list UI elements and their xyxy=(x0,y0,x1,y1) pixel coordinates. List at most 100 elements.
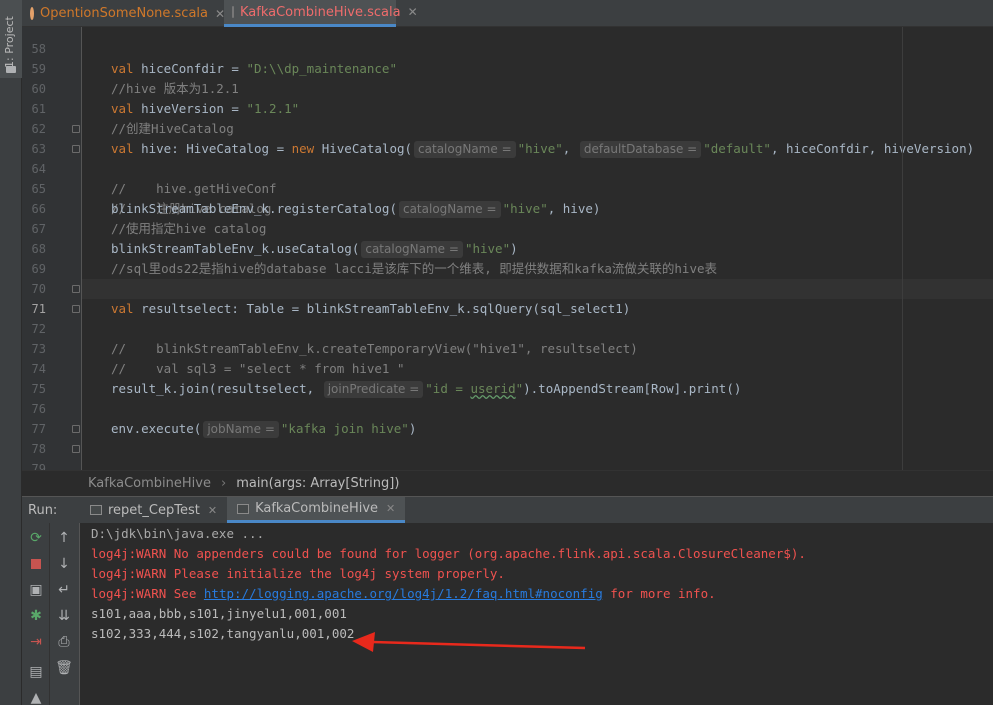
line-number: 72 xyxy=(31,322,46,336)
layout-icon[interactable]: ▤ xyxy=(27,663,45,681)
code-line: 68 //sql里ods22是指hive的database lacci是该库下的… xyxy=(32,219,993,276)
run-toolbar-secondary: ↑ ↓ ↵ ⇊ ⎙ 🗑 xyxy=(50,523,80,705)
run-label: Run: xyxy=(28,502,58,518)
code-line: 67 blinkStreamTableEnv_k.useCatalog(cata… xyxy=(32,199,993,258)
console-warn-line: log4j:WARN Please initialize the log4j s… xyxy=(91,566,505,581)
code-line: 74 result_k.join(resultselect, joinPredi… xyxy=(32,339,993,398)
breadcrumb-object[interactable]: KafkaCombineHive xyxy=(88,476,211,491)
scala-file-icon xyxy=(232,6,234,18)
line-number: 71 xyxy=(31,302,46,316)
scroll-to-end-icon[interactable]: ⇊ xyxy=(55,607,73,625)
fold-marker-icon[interactable] xyxy=(72,145,80,153)
line-number: 73 xyxy=(31,342,46,356)
run-config-icon xyxy=(237,503,250,514)
line-number: 60 xyxy=(31,82,46,96)
run-config-icon xyxy=(90,505,102,515)
run-tool-window-header: Run: repet_CepTest ✕ KafkaCombineHive ✕ xyxy=(22,496,993,523)
breadcrumb: KafkaCombineHive › main(args: Array[Stri… xyxy=(22,470,993,496)
exit-icon[interactable]: ⇥ xyxy=(27,633,45,651)
arrow-down-icon[interactable]: ↓ xyxy=(55,555,73,573)
code-line: 79 } xyxy=(32,439,993,470)
code-line-current: 71 // blinkStreamTableEnv_k.createTempor… xyxy=(32,279,993,356)
code-line: 65 blinkStreamTableEnv_k.registerCatalog… xyxy=(32,159,993,218)
line-number: 75 xyxy=(31,382,46,396)
code-editor[interactable]: 58 val hiceConfdir = "D:\\dp_maintenance… xyxy=(22,27,993,470)
rerun-icon[interactable]: ⟳ xyxy=(27,529,45,547)
project-tool-tab[interactable]: 1: Project xyxy=(0,0,22,78)
soft-wrap-icon[interactable]: ↵ xyxy=(55,581,73,599)
line-number: 63 xyxy=(31,142,46,156)
editor-tab-bar: OpentionSomeNone.scala ✕ KafkaCombineHiv… xyxy=(22,0,993,27)
breadcrumb-method[interactable]: main(args: Array[String]) xyxy=(236,476,399,491)
line-number: 65 xyxy=(31,182,46,196)
code-line: 77 xyxy=(32,399,993,436)
code-line: 76 env.execute(jobName = "kafka join hive… xyxy=(32,379,993,438)
arrow-up-icon[interactable]: ↑ xyxy=(55,529,73,547)
stop-icon[interactable] xyxy=(27,555,45,573)
code-line: 73 xyxy=(32,319,993,356)
run-toolbar-primary: ⟳ ▣ ✱ ⇥ ▤ ▲ xyxy=(22,523,50,705)
line-number: 68 xyxy=(31,242,46,256)
code-line: 63 // hive.getHiveConf xyxy=(32,119,993,196)
run-tool-window: ⟳ ▣ ✱ ⇥ ▤ ▲ ↑ ↓ ↵ ⇊ ⎙ 🗑 D:\jdk\bin\java.… xyxy=(22,523,993,705)
print-icon[interactable]: ⎙ xyxy=(55,633,73,651)
code-area[interactable]: 58 val hiceConfdir = "D:\\dp_maintenance… xyxy=(32,27,993,470)
line-number: 79 xyxy=(31,462,46,470)
console-warn-line: log4j:WARN No appenders could be found f… xyxy=(91,546,806,561)
warn-prefix: log4j:WARN See xyxy=(91,586,204,601)
chevron-right-icon: › xyxy=(220,476,227,491)
console-warn-line: log4j:WARN See http://logging.apache.org… xyxy=(91,584,716,604)
fold-marker-icon[interactable] xyxy=(72,445,80,453)
code-line: 60 val hiveVersion = "1.2.1" xyxy=(32,59,993,116)
pin-icon[interactable]: ▲ xyxy=(27,689,45,705)
code-line: 61 //创建HiveCatalog xyxy=(32,79,993,136)
scala-object-icon xyxy=(30,7,34,20)
fold-marker-icon[interactable] xyxy=(72,305,80,313)
console-command: D:\jdk\bin\java.exe ... xyxy=(91,526,265,541)
line-number: 77 xyxy=(31,422,46,436)
console-output-line: s102,333,444,s102,tangyanlu,001,002 xyxy=(91,626,355,641)
right-margin-guide xyxy=(902,27,903,470)
code-line: 80 xyxy=(82,459,993,470)
line-number: 62 xyxy=(31,122,46,136)
line-number: 58 xyxy=(31,42,46,56)
warn-suffix: for more info. xyxy=(602,586,716,601)
editor-tab-label: OpentionSomeNone.scala xyxy=(40,6,209,21)
project-tab-label: 1: Project xyxy=(3,16,16,68)
debug-icon[interactable]: ✱ xyxy=(27,607,45,625)
fold-marker-icon[interactable] xyxy=(72,425,80,433)
line-number: 67 xyxy=(31,222,46,236)
close-icon[interactable]: ✕ xyxy=(386,502,395,515)
code-line: 70 val resultselect: Table = blinkStream… xyxy=(32,259,993,316)
editor-tab-kafkacombinehive[interactable]: KafkaCombineHive.scala ✕ xyxy=(224,0,418,27)
run-tab-label: KafkaCombineHive xyxy=(255,501,379,516)
code-line: 58 val hiceConfdir = "D:\\dp_maintenance… xyxy=(32,27,993,76)
code-line: 62 val hive: HiveCatalog = new HiveCatal… xyxy=(32,99,993,158)
fold-marker-icon[interactable] xyxy=(72,285,80,293)
run-tab-label: repet_CepTest xyxy=(108,502,200,518)
editor-tab-opention[interactable]: OpentionSomeNone.scala ✕ xyxy=(22,0,225,27)
code-line: 78 } xyxy=(32,419,993,456)
tool-window-strip: 1: Project xyxy=(0,0,22,705)
console-output[interactable]: D:\jdk\bin\java.exe ... log4j:WARN No ap… xyxy=(88,523,993,705)
faq-link[interactable]: http://logging.apache.org/log4j/1.2/faq.… xyxy=(204,586,603,601)
camera-icon[interactable]: ▣ xyxy=(27,581,45,599)
console-output-line: s101,aaa,bbb,s101,jinyelu1,001,001 xyxy=(91,606,347,621)
run-tab-repet-ceptest[interactable]: repet_CepTest ✕ xyxy=(80,497,227,523)
folder-icon xyxy=(6,66,16,73)
close-icon[interactable]: ✕ xyxy=(408,5,418,19)
line-number: 78 xyxy=(31,442,46,456)
line-number: 76 xyxy=(31,402,46,416)
run-tab-kafkacombinehive[interactable]: KafkaCombineHive ✕ xyxy=(227,497,406,523)
line-number: 70 xyxy=(31,282,46,296)
fold-marker-icon[interactable] xyxy=(72,125,80,133)
editor-tab-label: KafkaCombineHive.scala xyxy=(240,4,401,20)
line-number: 59 xyxy=(31,62,46,76)
code-line: 72 // val sql3 = "select * from hive1 " xyxy=(32,299,993,376)
code-line: 66 //使用指定hive catalog xyxy=(32,179,993,236)
code-line: 75 xyxy=(32,359,993,396)
line-number: 74 xyxy=(31,362,46,376)
close-icon[interactable]: ✕ xyxy=(208,504,217,517)
code-line: 69 val sql_select1 = "select * from ods2… xyxy=(32,239,993,296)
trash-icon[interactable]: 🗑 xyxy=(55,659,73,677)
